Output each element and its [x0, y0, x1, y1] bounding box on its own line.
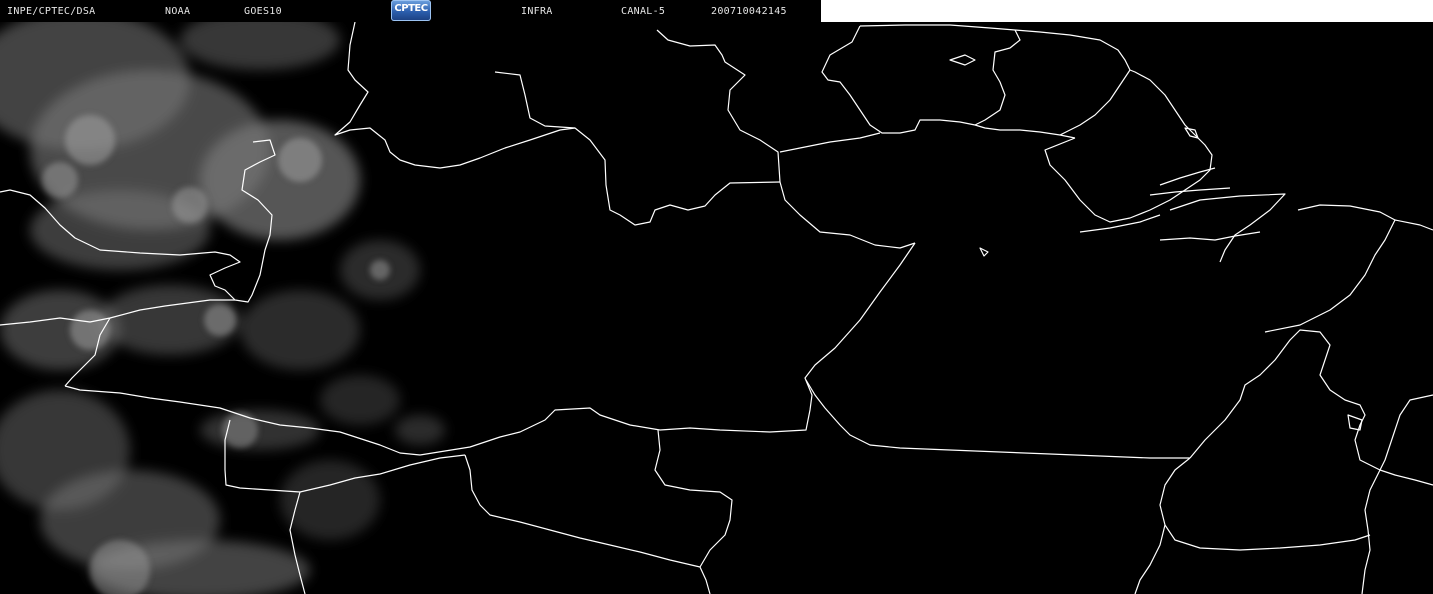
- cptec-logo: CPTEC: [391, 0, 431, 21]
- image-header: INPE/CPTEC/DSA NOAA GOES10 CPTEC INFRA C…: [0, 0, 821, 22]
- product-label: INFRA: [521, 6, 553, 17]
- agency-label: NOAA: [165, 6, 191, 17]
- satellite-map: [0, 22, 1433, 594]
- institution-label: INPE/CPTEC/DSA: [7, 6, 96, 17]
- header-blank-area: [821, 0, 1433, 22]
- datetime-label: 200710042145: [711, 6, 787, 17]
- satellite-label: GOES10: [244, 6, 282, 17]
- channel-label: CANAL-5: [621, 6, 666, 17]
